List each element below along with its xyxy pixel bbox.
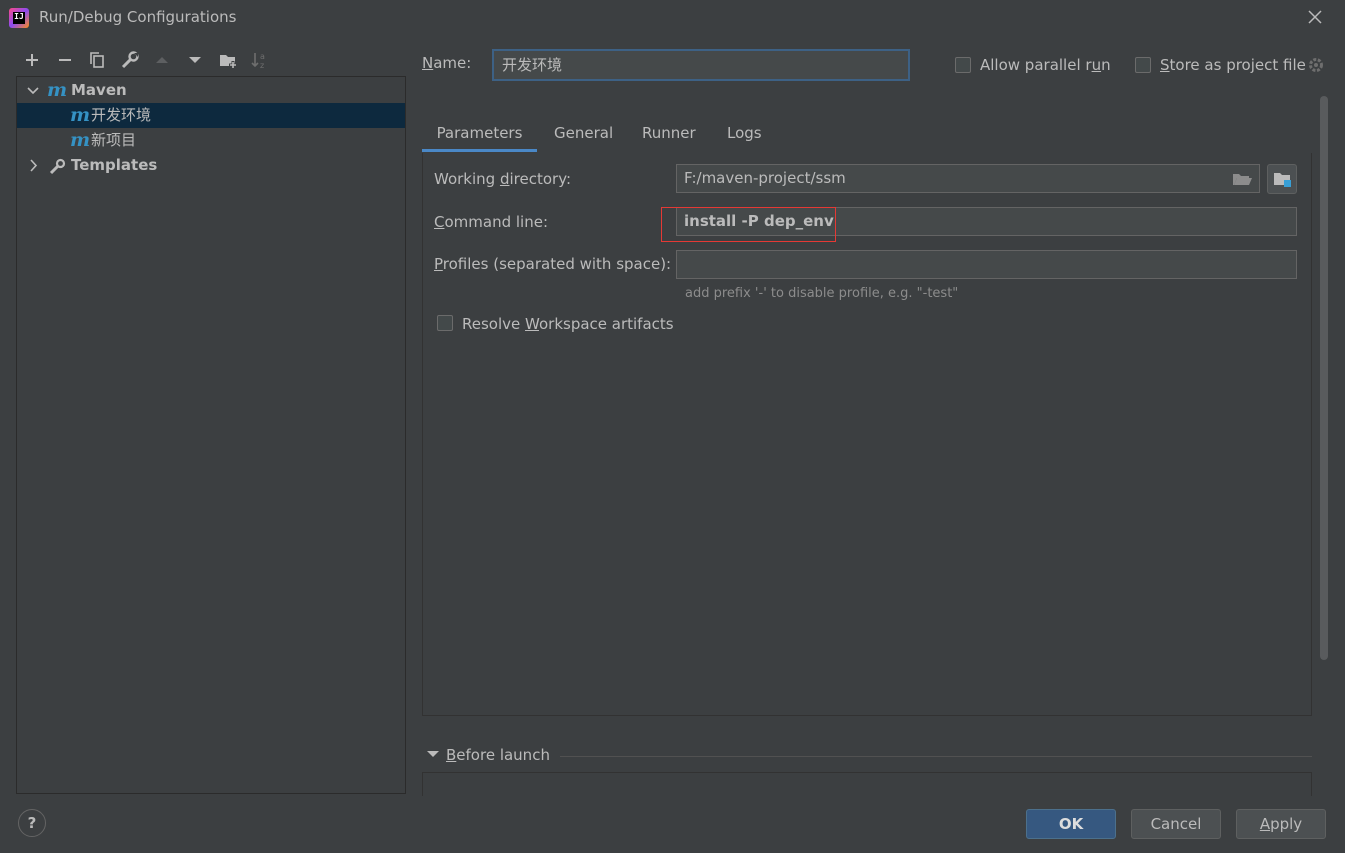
configurations-tree: m Maven m 开发环境 m 新项目 Templates bbox=[16, 76, 406, 794]
title-bar: IJ Run/Debug Configurations bbox=[0, 0, 1345, 36]
config-tabs: Parameters General Runner Logs bbox=[422, 116, 1312, 154]
profiles-input[interactable] bbox=[676, 250, 1297, 279]
tree-item-label: 开发环境 bbox=[91, 106, 152, 124]
sort-icon[interactable]: az bbox=[248, 48, 272, 72]
copy-icon[interactable] bbox=[85, 48, 109, 72]
command-line-input[interactable]: install -P dep_env bbox=[676, 207, 1297, 236]
intellij-app-icon: IJ bbox=[9, 8, 29, 28]
chevron-right-icon[interactable] bbox=[26, 153, 40, 178]
resolve-workspace-label[interactable]: Resolve Workspace artifacts bbox=[462, 315, 674, 333]
close-icon[interactable] bbox=[1304, 6, 1326, 28]
command-line-label: Command line: bbox=[434, 213, 548, 231]
tree-node-label: Templates bbox=[71, 156, 158, 174]
configurations-toolbar: az bbox=[16, 46, 406, 74]
tree-node-templates[interactable]: Templates bbox=[17, 153, 405, 178]
chevron-down-icon[interactable] bbox=[26, 78, 40, 103]
resolve-workspace-checkbox[interactable] bbox=[437, 315, 453, 331]
remove-icon[interactable] bbox=[53, 48, 77, 72]
gear-icon[interactable] bbox=[1307, 56, 1325, 74]
name-input[interactable]: 开发环境 bbox=[492, 49, 910, 81]
tree-node-maven[interactable]: m Maven bbox=[17, 78, 405, 103]
maven-icon: m bbox=[70, 129, 91, 151]
store-as-project-file-label[interactable]: Store as project file bbox=[1160, 56, 1306, 74]
run-debug-configurations-dialog: IJ Run/Debug Configurations az m Maven m… bbox=[0, 0, 1345, 853]
tree-item-new-project[interactable]: m 新项目 bbox=[17, 128, 405, 153]
arrow-down-icon[interactable] bbox=[183, 48, 207, 72]
allow-parallel-run-checkbox[interactable] bbox=[955, 57, 971, 73]
tab-logs[interactable]: Logs bbox=[727, 116, 762, 152]
arrow-up-icon[interactable] bbox=[150, 48, 174, 72]
profiles-hint: add prefix '-' to disable profile, e.g. … bbox=[685, 286, 959, 301]
store-as-project-file-checkbox[interactable] bbox=[1135, 57, 1151, 73]
tab-runner[interactable]: Runner bbox=[642, 116, 696, 152]
allow-parallel-run-label[interactable]: Allow parallel run bbox=[980, 56, 1111, 74]
ok-button[interactable]: OK bbox=[1026, 809, 1116, 839]
name-label: Name: bbox=[422, 54, 472, 72]
working-directory-label: Working directory: bbox=[434, 170, 572, 188]
triangle-down-icon bbox=[427, 751, 439, 757]
window-title: Run/Debug Configurations bbox=[39, 8, 237, 26]
folder-open-icon[interactable] bbox=[1231, 169, 1253, 189]
tab-parameters[interactable]: Parameters bbox=[422, 116, 537, 152]
browse-module-button[interactable] bbox=[1267, 164, 1297, 194]
app-icon-text: IJ bbox=[13, 12, 25, 24]
cancel-button[interactable]: Cancel bbox=[1131, 809, 1221, 839]
maven-icon: m bbox=[70, 104, 91, 126]
divider bbox=[560, 756, 1312, 757]
before-launch-panel bbox=[422, 772, 1312, 796]
tree-node-label: Maven bbox=[71, 81, 127, 99]
tab-general[interactable]: General bbox=[554, 116, 613, 152]
svg-text:z: z bbox=[260, 61, 264, 70]
parameters-panel bbox=[422, 153, 1312, 716]
working-directory-input[interactable]: F:/maven-project/ssm bbox=[676, 164, 1260, 193]
tree-item-label: 新项目 bbox=[91, 131, 137, 149]
wrench-icon[interactable] bbox=[118, 48, 142, 72]
svg-text:a: a bbox=[260, 52, 265, 61]
before-launch-toggle[interactable]: Before launch bbox=[426, 746, 550, 764]
maven-icon: m bbox=[47, 79, 68, 101]
wrench-icon bbox=[48, 156, 68, 176]
help-button[interactable]: ? bbox=[18, 809, 46, 837]
profiles-label: Profiles (separated with space): bbox=[434, 255, 672, 273]
vertical-scrollbar[interactable] bbox=[1320, 96, 1328, 660]
new-folder-icon[interactable] bbox=[216, 48, 240, 72]
tree-item-dev-env[interactable]: m 开发环境 bbox=[17, 103, 405, 128]
apply-button[interactable]: Apply bbox=[1236, 809, 1326, 839]
add-icon[interactable] bbox=[20, 48, 44, 72]
